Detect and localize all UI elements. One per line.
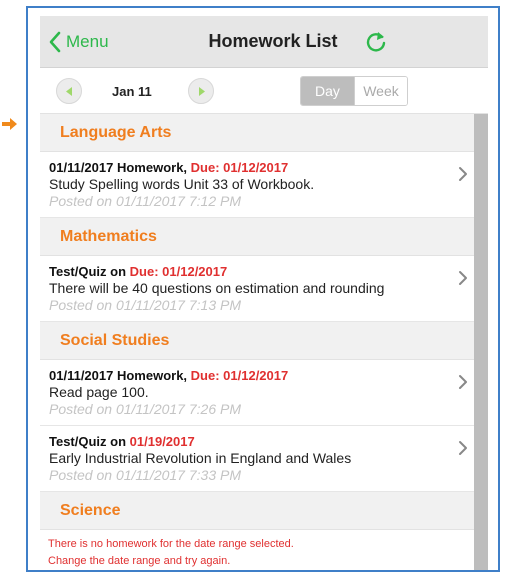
triangle-left-icon (66, 87, 72, 96)
homework-description: Study Spelling words Unit 33 of Workbook… (49, 176, 315, 192)
next-date-button[interactable] (188, 78, 214, 104)
refresh-button[interactable] (362, 28, 390, 56)
due-date: Due: 01/12/2017 (190, 368, 289, 383)
section-header-mathematics: Mathematics (40, 218, 476, 256)
section-header-language-arts: Language Arts (40, 114, 476, 152)
homework-description: Early Industrial Revolution in England a… (49, 450, 352, 466)
empty-state-message: There is no homework for the date range … (40, 530, 476, 570)
homework-description: There will be 40 questions on estimation… (49, 280, 385, 296)
chevron-right-icon (459, 441, 467, 455)
homework-type: Test/Quiz on (49, 434, 130, 449)
date-toolbar: Jan 11 Day Week (40, 68, 488, 114)
homework-type: Test/Quiz on (49, 264, 130, 279)
current-date: Jan 11 (112, 84, 152, 99)
posted-timestamp: Posted on 01/11/2017 7:13 PM (49, 297, 241, 313)
homework-heading: Test/Quiz on Due: 01/12/2017 (49, 264, 452, 279)
segment-week[interactable]: Week (353, 77, 407, 105)
posted-timestamp: Posted on 01/11/2017 7:12 PM (49, 193, 241, 209)
homework-item[interactable]: Test/Quiz on 01/19/2017 Early Industrial… (40, 426, 476, 492)
homework-heading: 01/11/2017 Homework, Due: 01/12/2017 (49, 160, 452, 175)
nav-bar: Menu Homework List (40, 16, 488, 68)
posted-timestamp: Posted on 01/11/2017 7:33 PM (49, 467, 241, 483)
homework-description: Read page 100. (49, 384, 149, 400)
triangle-right-icon (199, 87, 205, 96)
arrow-right-icon (2, 118, 17, 130)
homework-item[interactable]: 01/11/2017 Homework, Due: 01/12/2017 Rea… (40, 360, 476, 426)
homework-heading: Test/Quiz on 01/19/2017 (49, 434, 452, 449)
due-date: Due: 01/12/2017 (190, 160, 289, 175)
homework-item[interactable]: 01/11/2017 Homework, Due: 01/12/2017 Stu… (40, 152, 476, 218)
homework-item[interactable]: Test/Quiz on Due: 01/12/2017 There will … (40, 256, 476, 322)
empty-message-line: There is no homework for the date range … (48, 538, 294, 550)
due-date: 01/19/2017 (129, 434, 195, 449)
chevron-right-icon (459, 271, 467, 285)
screenshot-frame: Menu Homework List Jan 11 Day Week Langu… (26, 6, 500, 572)
refresh-icon (366, 32, 386, 52)
posted-timestamp: Posted on 01/11/2017 7:26 PM (49, 401, 241, 417)
due-date: Due: 01/12/2017 (129, 264, 228, 279)
homework-type: 01/11/2017 Homework, (49, 160, 191, 175)
scrollbar[interactable] (474, 114, 488, 570)
homework-type: 01/11/2017 Homework, (49, 368, 191, 383)
app-screen: Menu Homework List Jan 11 Day Week Langu… (40, 16, 488, 570)
chevron-right-icon (459, 167, 467, 181)
chevron-right-icon (459, 375, 467, 389)
empty-message-line: Change the date range and try again. (48, 555, 231, 567)
homework-heading: 01/11/2017 Homework, Due: 01/12/2017 (49, 368, 452, 383)
page-title: Homework List (208, 31, 338, 51)
segment-day[interactable]: Day (301, 77, 354, 105)
view-segmented-control: Day Week (300, 76, 408, 106)
previous-date-button[interactable] (56, 78, 82, 104)
section-header-social-studies: Social Studies (40, 322, 476, 360)
section-header-science: Science (40, 492, 476, 530)
homework-list: Language Arts 01/11/2017 Homework, Due: … (40, 114, 476, 570)
